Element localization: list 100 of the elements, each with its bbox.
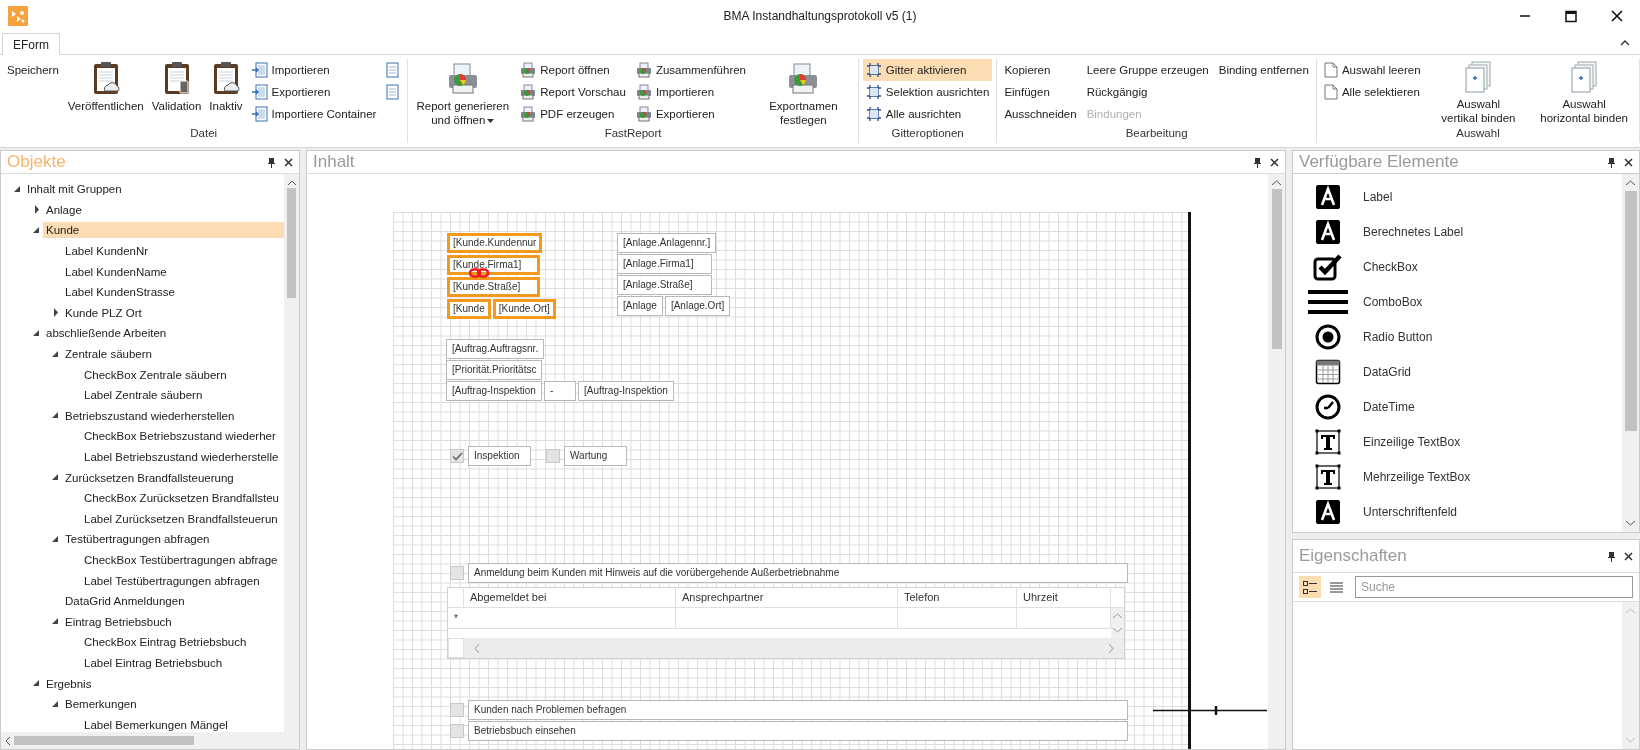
column-header[interactable]: Telefon [898, 588, 1017, 608]
expanded-arrow-icon[interactable] [52, 350, 59, 358]
design-field[interactable]: [Auftrag-Inspektion [446, 381, 542, 401]
checkbox[interactable] [450, 449, 464, 463]
tree-item[interactable]: Bemerkungen [62, 696, 284, 713]
tree-item[interactable]: CheckBox Eintrag Betriebsbuch [81, 634, 284, 651]
toolbox-item[interactable]: Radio Button [1293, 319, 1622, 354]
table-cell[interactable] [464, 608, 676, 629]
scroll-up-icon[interactable] [1272, 180, 1281, 185]
tree-item[interactable]: CheckBox Zentrale säubern [81, 366, 284, 383]
table-cell[interactable] [676, 608, 898, 629]
collapsed-arrow-icon[interactable] [52, 308, 59, 318]
expanded-arrow-icon[interactable] [52, 618, 59, 626]
checkbox[interactable] [450, 703, 464, 717]
toolbox-item[interactable]: Mehrzeilige TextBox [1293, 459, 1622, 494]
design-field[interactable]: [Kunde.Straße] [447, 277, 540, 297]
tree-item[interactable]: Label Betriebszustand wiederherstelle [81, 449, 284, 465]
tree-item[interactable]: Label KundenNr [62, 243, 284, 260]
vertical-scrollbar[interactable] [1268, 174, 1285, 749]
ribbon-button[interactable]: Zusammenführen [632, 59, 749, 81]
tree-item[interactable]: Ergebnis [43, 675, 284, 692]
toolbox-item[interactable]: CheckBox [1293, 249, 1622, 284]
design-field[interactable]: [Anlage.Anlagennr.] [617, 233, 717, 253]
close-icon[interactable] [1624, 157, 1633, 167]
column-header[interactable]: Abgemeldet bei [464, 588, 676, 608]
tree-item[interactable]: Inhalt mit Gruppen [24, 181, 284, 198]
design-field[interactable]: [Auftrag-Inspektion [577, 381, 674, 401]
ribbon-button[interactable]: Alle ausrichten [862, 103, 993, 125]
ribbon-button[interactable]: Importieren [632, 81, 749, 103]
checkbox[interactable] [546, 449, 560, 463]
ribbon-button[interactable]: Kopieren [1001, 59, 1080, 81]
column-header[interactable]: Ansprechpartner [676, 588, 898, 608]
pin-icon[interactable] [1607, 156, 1616, 168]
design-field[interactable]: [Priorität.Prioritätsc [446, 360, 543, 380]
expanded-arrow-icon[interactable] [33, 680, 40, 688]
ribbon-button[interactable]: Einfügen [1001, 81, 1080, 103]
design-field[interactable]: [Kunde [447, 299, 491, 319]
design-field[interactable]: [Auftrag.Auftragsnr. [446, 339, 545, 359]
design-field[interactable]: [Kunde.Firma1] [447, 255, 540, 275]
collapsed-arrow-icon[interactable] [33, 205, 40, 215]
scrollbar-thumb[interactable] [14, 736, 194, 745]
ribbon-button[interactable]: Exportnamen festlegen [753, 59, 854, 127]
pin-icon[interactable] [267, 156, 276, 168]
search-field[interactable]: Suche [1355, 576, 1633, 598]
ribbon-button[interactable]: Auswahl horizontal binden [1533, 59, 1635, 125]
design-field[interactable]: [Kunde.Kundennur [447, 233, 543, 253]
expanded-arrow-icon[interactable] [52, 412, 59, 420]
vertical-scrollbar[interactable] [284, 174, 299, 732]
table-cell[interactable] [898, 608, 1017, 629]
toolbox-item[interactable]: Unterschriftenfeld [1293, 494, 1622, 529]
collapse-ribbon-icon[interactable] [1620, 40, 1630, 46]
tree-item[interactable]: Label Eintrag Betriebsbuch [81, 654, 284, 671]
scrollbar-thumb[interactable] [1624, 191, 1637, 431]
horizontal-scrollbar[interactable] [1, 732, 299, 749]
pin-icon[interactable] [1253, 156, 1262, 168]
tree-item[interactable]: Label Bemerkungen Mängel [81, 716, 284, 732]
toolbox-item[interactable]: Label [1293, 179, 1622, 214]
vertical-scrollbar[interactable] [1622, 174, 1639, 532]
toolbox-item[interactable]: DataGrid [1293, 354, 1622, 389]
ribbon-button[interactable]: Report Vorschau [517, 81, 629, 103]
tree-item[interactable]: CheckBox Zurücksetzen Brandfallsteu [81, 490, 284, 507]
close-icon[interactable] [1624, 551, 1633, 561]
ribbon-button[interactable]: Rückgängig [1083, 81, 1212, 103]
tree-item[interactable]: Anlage [43, 201, 284, 218]
checkbox-label[interactable]: Anmeldung beim Kunden mit Hinweis auf die vorübergehende Außerbetriebnahme [468, 563, 1128, 583]
pin-icon[interactable] [1607, 550, 1616, 562]
ribbon-button[interactable]: Exportieren [632, 103, 749, 125]
tree-item[interactable]: CheckBox Testübertragungen abfrage [81, 552, 284, 568]
design-field[interactable]: - [543, 381, 576, 401]
tree-item[interactable]: Testübertragungen abfragen [62, 531, 284, 548]
resize-handle-icon[interactable] [1153, 706, 1267, 715]
scrollbar-thumb[interactable] [287, 188, 296, 298]
column-header[interactable]: Uhrzeit [1017, 588, 1111, 608]
ribbon-button[interactable]: Binding entfernen [1215, 59, 1312, 81]
tree-item[interactable]: Zentrale säubern [62, 346, 284, 363]
scrollbar-thumb[interactable] [1271, 189, 1282, 349]
ribbon-button[interactable]: Importiere Container [248, 103, 380, 125]
toolbox-item[interactable]: ComboBox [1293, 284, 1622, 319]
ribbon-button[interactable]: Speichern [4, 59, 62, 81]
ribbon-button[interactable]: Leere Gruppe erzeugen [1083, 59, 1212, 81]
checkbox[interactable] [450, 724, 464, 738]
tree-item[interactable]: Eintrag Betriebsbuch [62, 613, 284, 630]
ribbon-button[interactable]: Exportieren [248, 81, 380, 103]
tree-item[interactable]: Label Zurücksetzen Brandfallsteuerun [81, 510, 284, 527]
tree-item[interactable]: Betriebszustand wiederherstellen [62, 407, 284, 424]
ribbon-button[interactable]: Report öffnen [517, 59, 629, 81]
tree-item[interactable]: Kunde [43, 222, 284, 239]
tree-item[interactable]: CheckBox Betriebszustand wiederher [81, 428, 284, 445]
close-icon[interactable] [284, 157, 293, 167]
ribbon-button[interactable]: Auswahl vertikal binden [1427, 59, 1530, 125]
tree-item[interactable]: Label Testübertragungen abfragen [81, 572, 284, 589]
design-field[interactable]: [Anlage.Straße] [617, 275, 712, 295]
expanded-arrow-icon[interactable] [33, 227, 40, 234]
toolbox-item[interactable]: Einzeilige TextBox [1293, 424, 1622, 459]
ribbon-button[interactable]: Validation [149, 59, 204, 113]
expanded-arrow-icon[interactable] [52, 535, 59, 543]
ribbon-button[interactable]: Auswahl leeren [1320, 59, 1424, 81]
ribbon-button[interactable]: Report generieren und öffnen [412, 59, 514, 127]
ribbon-button[interactable]: Selektion ausrichten [862, 81, 993, 103]
toolbox-item[interactable]: Berechnetes Label [1293, 214, 1622, 249]
